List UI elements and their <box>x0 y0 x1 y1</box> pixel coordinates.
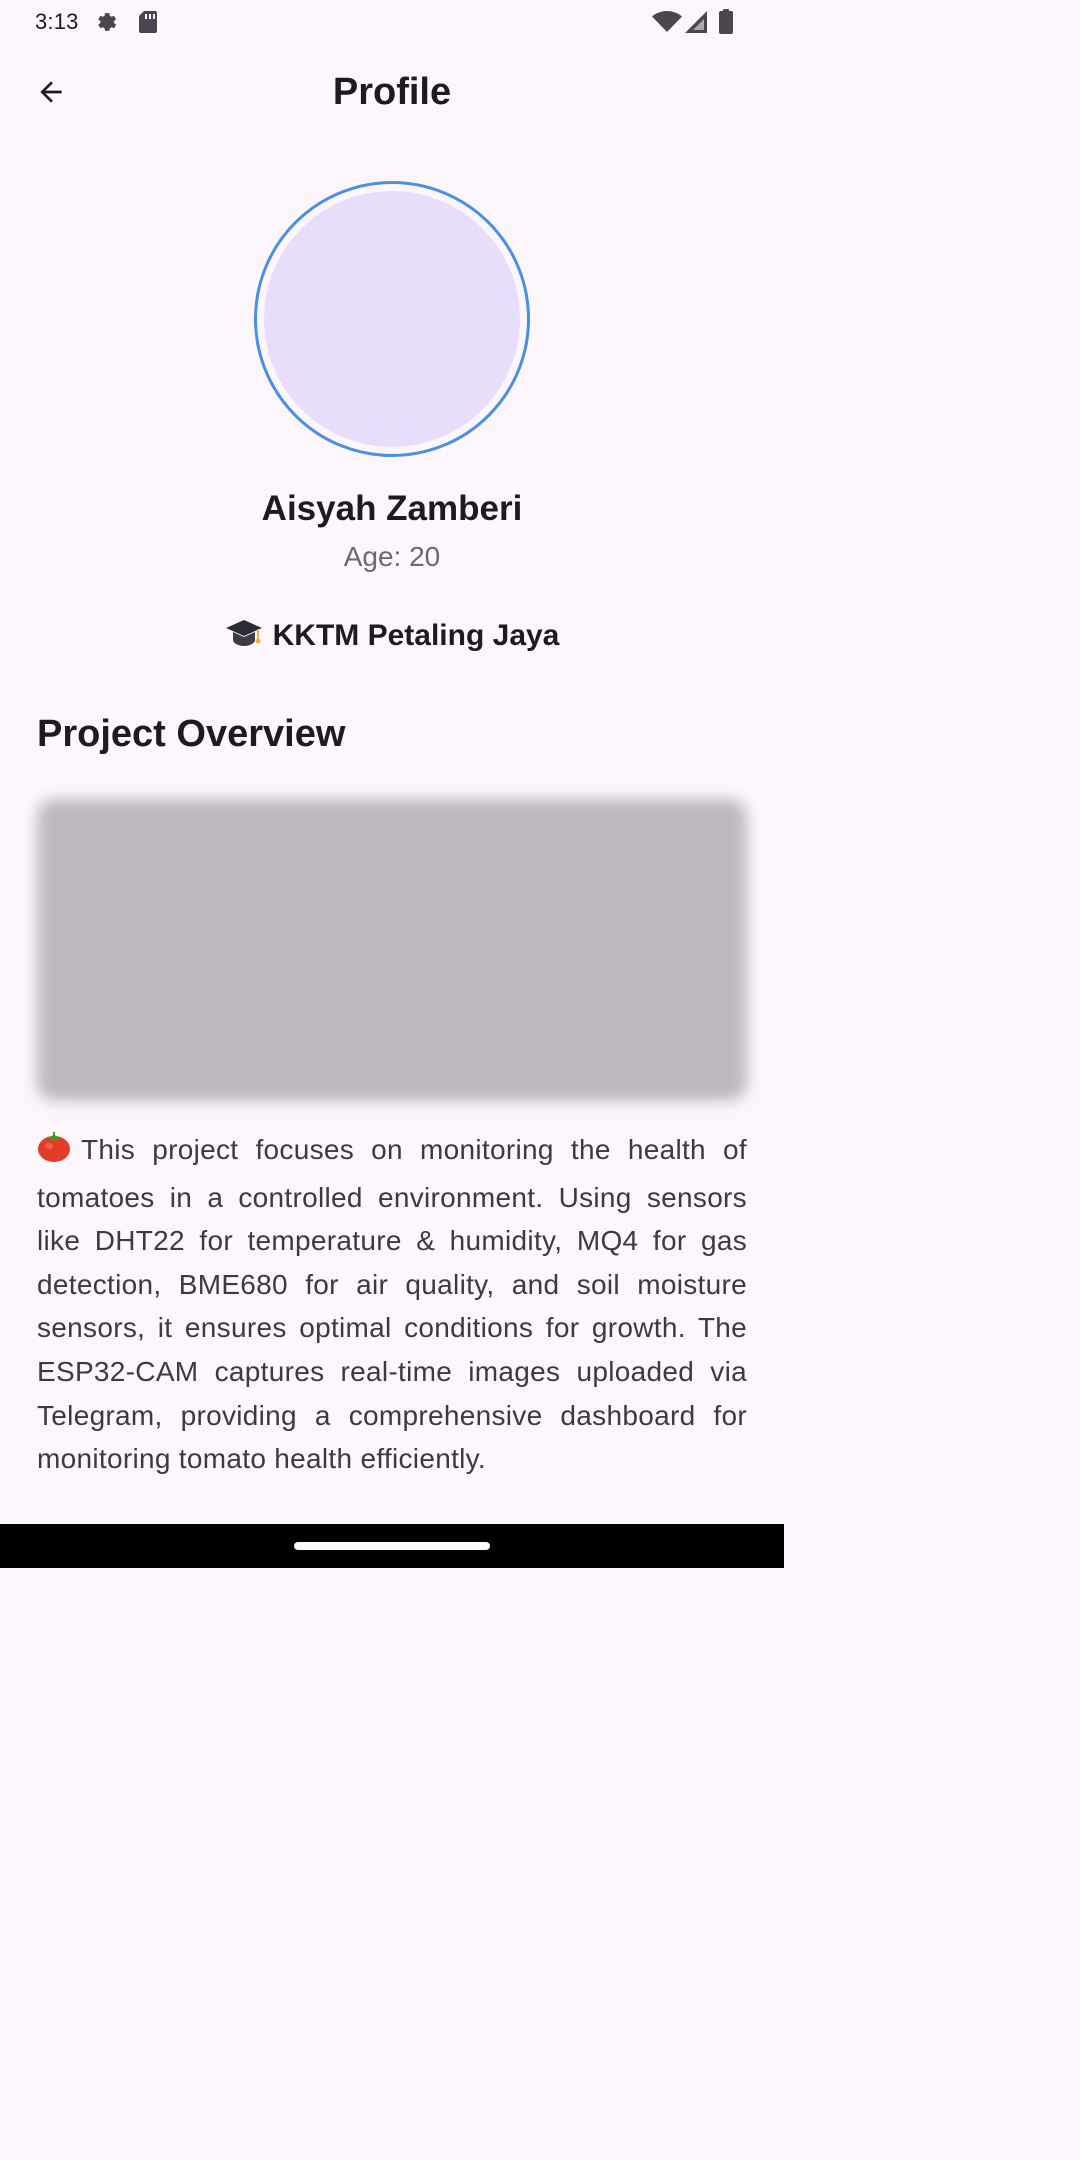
profile-name: Aisyah Zamberi <box>261 489 523 528</box>
institution: KKTM Petaling Jaya <box>0 618 784 658</box>
sd-card-icon <box>137 10 159 39</box>
profile-age: Age: 20 <box>343 541 441 572</box>
cellular-signal-icon <box>684 11 708 38</box>
project-description-text: This project focuses on monitoring the h… <box>37 1134 747 1475</box>
wifi-icon <box>652 11 682 38</box>
status-bar: 3:13 <box>0 0 784 44</box>
avatar <box>264 191 520 447</box>
institution-name: KKTM Petaling Jaya <box>272 619 560 652</box>
tomato-icon <box>37 1131 71 1176</box>
project-image <box>37 799 747 1101</box>
section-title-project-overview: Project Overview <box>37 713 346 755</box>
app-bar: Profile <box>0 52 784 136</box>
page-title: Profile <box>332 71 452 113</box>
navigation-bar <box>0 1524 784 1568</box>
project-description: This project focuses on monitoring the h… <box>37 1128 747 1481</box>
graduation-cap-icon <box>225 618 263 658</box>
avatar-ring <box>254 181 530 457</box>
settings-icon <box>94 9 120 40</box>
battery-icon <box>718 9 734 39</box>
status-time: 3:13 <box>35 9 79 34</box>
home-indicator[interactable] <box>294 1542 490 1550</box>
